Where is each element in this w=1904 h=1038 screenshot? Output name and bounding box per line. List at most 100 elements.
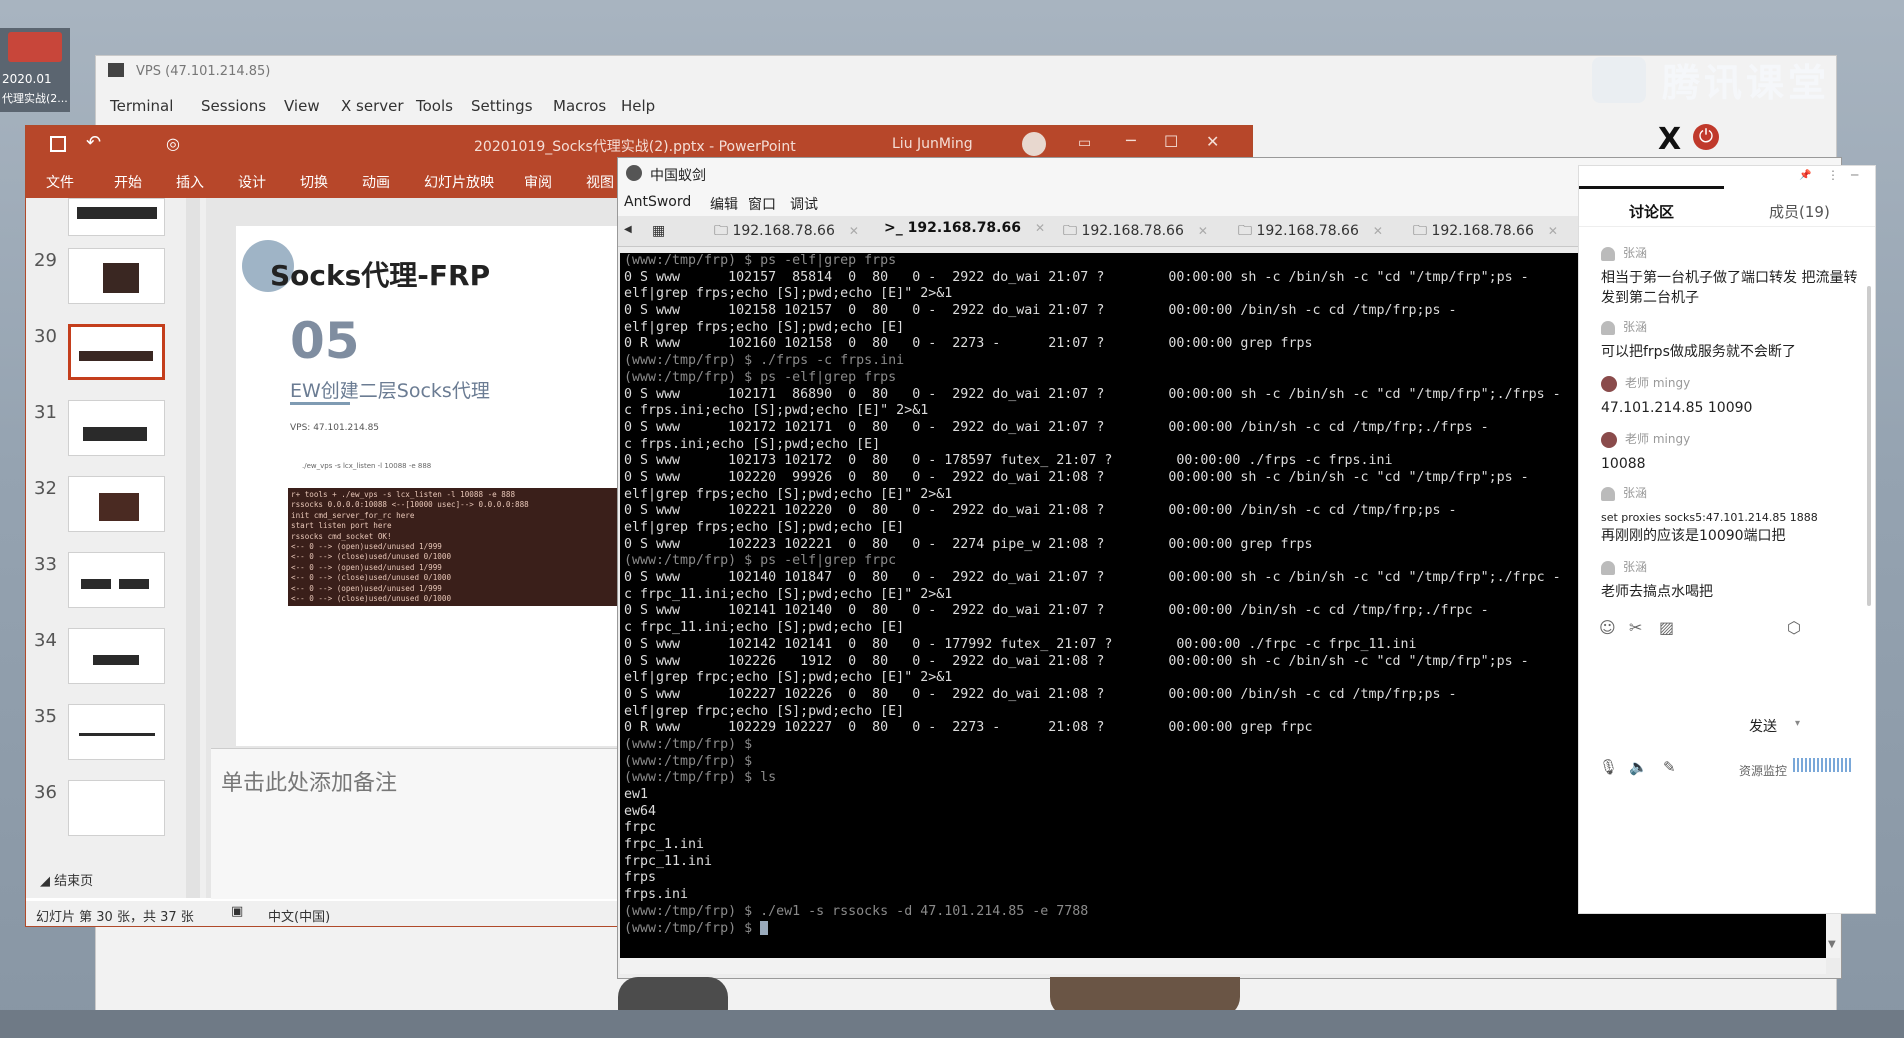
chat-scrollbar[interactable] (1867, 286, 1871, 606)
slide-thumbnail[interactable] (68, 248, 165, 304)
slide-thumbnail[interactable] (68, 780, 165, 836)
menu-view[interactable]: View (284, 97, 320, 115)
tab-scroll-left-icon[interactable]: ◀ (624, 224, 632, 235)
tab-close-icon[interactable]: ✕ (1548, 224, 1558, 238)
ribbon-tab-review[interactable]: 审阅 (524, 172, 552, 192)
pin-icon[interactable]: 📌 (1799, 170, 1811, 181)
minimize-icon[interactable]: ─ (1126, 131, 1136, 150)
video-thumb-line2: 代理实战(2... (2, 92, 68, 105)
tab-label: 192.168.78.66 (907, 220, 1021, 236)
status-language[interactable]: 中文(中国) (268, 906, 330, 925)
tab-filemanager-4[interactable]: 🗀 192.168.78.66 ✕ (1413, 220, 1558, 244)
save-icon[interactable] (50, 136, 66, 152)
more-icon[interactable]: ⋮ (1827, 168, 1839, 182)
speaker-icon[interactable]: 🔈 (1629, 758, 1648, 776)
ribbon-tab-insert[interactable]: 插入 (176, 172, 204, 192)
mobaxterm-titlebar: VPS (47.101.214.85) (96, 56, 1836, 86)
chat-sender: 张涵 (1601, 318, 1647, 335)
terminal-cursor (760, 920, 769, 935)
mobaxterm-app-icon (108, 63, 124, 77)
teacher-avatar (1601, 431, 1617, 448)
tab-members[interactable]: 成员(19) (1769, 201, 1830, 222)
person-icon (1601, 486, 1615, 501)
mute-icon[interactable]: ✎ (1663, 758, 1676, 776)
video-thumbnail[interactable]: 2020.01 代理实战(2... (0, 28, 70, 112)
xserver-x-icon[interactable]: X (1658, 122, 1681, 157)
slide-thumbnail[interactable] (68, 704, 165, 760)
ribbon-tab-transitions[interactable]: 切换 (300, 172, 328, 192)
menu-xserver[interactable]: X server (341, 97, 404, 115)
tab-filemanager-2[interactable]: 🗀 192.168.78.66 ✕ (1063, 220, 1208, 244)
collapse-icon[interactable]: ─ (1851, 168, 1858, 182)
tab-close-icon[interactable]: ✕ (1198, 224, 1208, 238)
ppt-user-name: Liu JunMing (892, 136, 973, 152)
desktop-bottom-strip (0, 1010, 1904, 1038)
ribbon-tab-design[interactable]: 设计 (238, 172, 266, 192)
notes-pane[interactable]: 单击此处添加备注 (211, 748, 651, 899)
slide-canvas[interactable]: Socks代理-FRP 05 EW创建二层Socks代理 VPS: 47.101… (236, 226, 656, 746)
microphone-icon[interactable]: 🎙 (1599, 758, 1618, 776)
thumbnail-scrollbar[interactable] (186, 198, 200, 898)
menu-window[interactable]: 窗口 (748, 194, 776, 214)
tab-terminal-active[interactable]: >_ 192.168.78.66 ✕ (884, 220, 1045, 244)
slide-thumbnail-28[interactable] (68, 198, 165, 236)
menu-help[interactable]: Help (621, 97, 655, 115)
ribbon-tab-view[interactable]: 视图 (586, 172, 614, 192)
slide-term-line: <-- 0 --> (open)used/unused 1/999 (291, 542, 442, 552)
emoji-icon[interactable]: ☺ (1599, 618, 1616, 637)
slideshow-icon[interactable]: ◎ (166, 134, 180, 153)
slide-thumbnail-selected[interactable] (68, 324, 165, 380)
menu-debug[interactable]: 调试 (790, 194, 818, 214)
chat-message-line2: 再刚刚的应该是10090端口把 (1601, 528, 1786, 544)
slide-term-line: <-- 0 --> (open)used/unused 1/999 (291, 583, 442, 593)
section-end-label[interactable]: ◢ 结束页 (40, 870, 93, 889)
ribbon-options-icon[interactable]: ▭ (1078, 135, 1091, 151)
tab-close-icon[interactable]: ✕ (1035, 221, 1045, 235)
horizontal-scrollbar[interactable] (620, 958, 1826, 974)
image-icon[interactable]: ▨ (1659, 618, 1674, 637)
slide-thumbnail[interactable] (68, 552, 165, 608)
resource-monitor-graph-icon (1793, 758, 1853, 772)
slide-thumbnail[interactable] (68, 476, 165, 532)
undo-icon[interactable]: ↶ (86, 132, 101, 153)
resource-monitor-label[interactable]: 资源监控 (1739, 762, 1787, 779)
menu-tools[interactable]: Tools (416, 97, 453, 115)
slide-number: 35 (34, 706, 57, 727)
chat-input[interactable] (1589, 646, 1865, 726)
scissors-icon[interactable]: ✂ (1629, 618, 1642, 637)
spellcheck-icon[interactable]: ▣ (231, 904, 243, 919)
tab-close-icon[interactable]: ✕ (1373, 224, 1383, 238)
slide-thumbnail[interactable] (68, 400, 165, 456)
menu-settings[interactable]: Settings (471, 97, 533, 115)
close-icon[interactable]: ✕ (1206, 132, 1219, 151)
ribbon-tab-slideshow[interactable]: 幻灯片放映 (424, 172, 494, 192)
menu-macros[interactable]: Macros (553, 97, 606, 115)
tab-filemanager-3[interactable]: 🗀 192.168.78.66 ✕ (1238, 220, 1383, 244)
ribbon-tab-animations[interactable]: 动画 (362, 172, 390, 192)
menu-edit[interactable]: 编辑 (710, 194, 738, 214)
menu-antsword[interactable]: AntSword (624, 194, 691, 210)
settings-icon[interactable]: ⬡ (1787, 618, 1801, 637)
ribbon-tab-home[interactable]: 开始 (114, 172, 142, 192)
tab-discussion[interactable]: 讨论区 (1629, 201, 1674, 222)
antsword-title: 中国蚁剑 (650, 168, 706, 184)
tab-close-icon[interactable]: ✕ (849, 224, 859, 238)
menu-sessions[interactable]: Sessions (201, 97, 266, 115)
menu-terminal[interactable]: Terminal (110, 97, 173, 115)
notes-placeholder: 单击此处添加备注 (221, 771, 398, 796)
maximize-icon[interactable]: ☐ (1164, 132, 1178, 151)
slide-term-line: rssocks 0.0.0.0:10088 <--[10000 usec]-->… (291, 500, 529, 510)
sender-role: 老师 (1625, 376, 1650, 390)
send-options-chevron-icon[interactable]: ▾ (1795, 718, 1800, 729)
chat-message: 老师去搞点水喝把 (1601, 584, 1713, 600)
tab-filemanager-1[interactable]: 🗀 192.168.78.66 ✕ (714, 220, 859, 244)
chat-message: 可以把frps做成服务就不会断了 (1601, 344, 1796, 360)
send-button[interactable]: 发送 (1749, 716, 1777, 736)
power-icon[interactable]: ⏻ (1693, 124, 1719, 150)
slide-subtitle: EW创建二层Socks代理 (290, 380, 490, 402)
scroll-down-icon[interactable]: ▼ (1828, 939, 1836, 950)
tab-grid-icon[interactable]: ▦ (652, 223, 665, 239)
ribbon-tab-file[interactable]: 文件 (46, 172, 74, 192)
slide-thumbnail[interactable] (68, 628, 165, 684)
slide-term-line: <-- 0 --> (open)used/unused 1/999 (291, 562, 442, 572)
